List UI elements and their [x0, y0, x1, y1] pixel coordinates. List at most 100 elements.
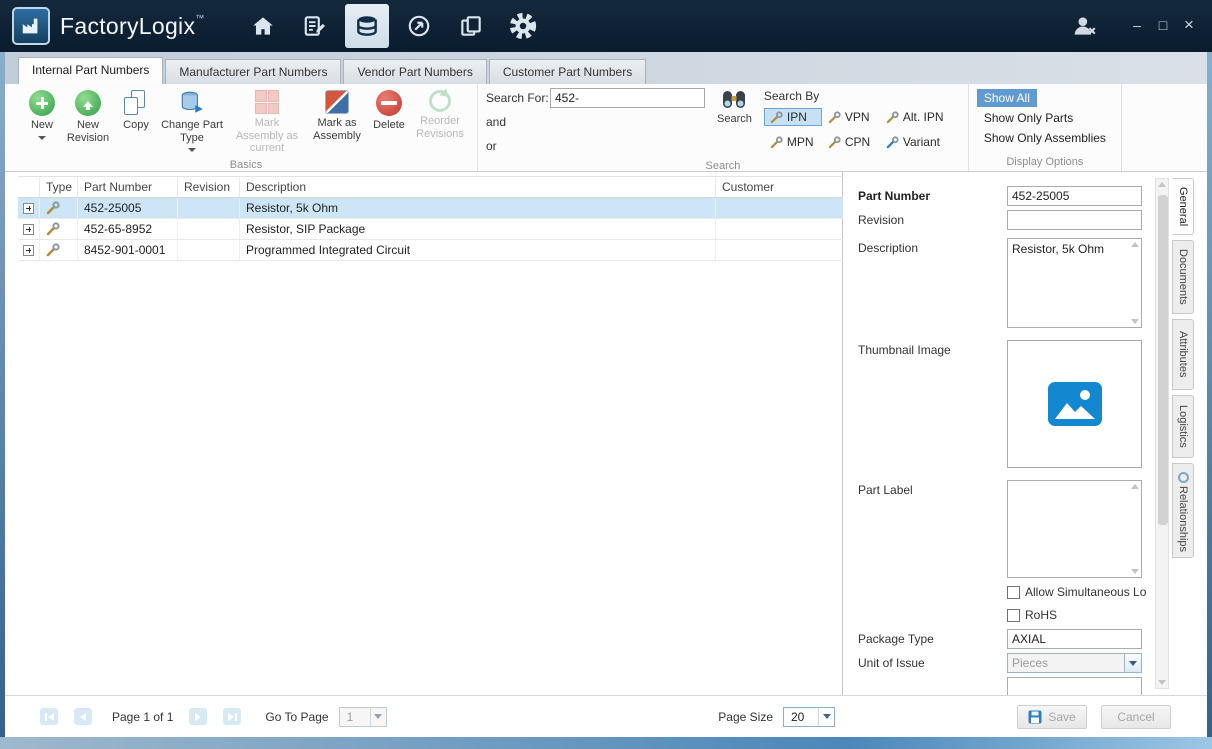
- description-cell: Resistor, 5k Ohm: [240, 198, 716, 218]
- customer-cell: [716, 240, 843, 260]
- first-page-button[interactable]: [40, 708, 58, 725]
- home-nav-icon[interactable]: [241, 4, 285, 48]
- show-only-assemblies-option[interactable]: Show Only Assemblies: [977, 129, 1113, 147]
- type-column-header[interactable]: Type: [40, 177, 78, 197]
- documents-nav-icon[interactable]: [449, 4, 493, 48]
- search-input[interactable]: [550, 88, 705, 108]
- description-column-header[interactable]: Description: [240, 177, 716, 197]
- ribbon-toolbar: New New Revision Copy Change Part Type: [5, 84, 1207, 172]
- tab-attributes[interactable]: Attributes: [1172, 319, 1194, 390]
- save-button[interactable]: Save: [1017, 705, 1087, 729]
- go-to-page-dropdown-icon[interactable]: [370, 708, 386, 726]
- table-row[interactable]: 8452-901-0001 Programmed Integrated Circ…: [18, 240, 843, 261]
- revision-cell: [178, 240, 240, 260]
- new-revision-button[interactable]: New Revision: [61, 87, 115, 147]
- search-by-label: Search By: [764, 89, 960, 103]
- main-navigation: [241, 4, 545, 48]
- new-button[interactable]: New: [23, 87, 61, 143]
- part-number-column-header[interactable]: Part Number: [78, 177, 178, 197]
- change-part-type-button[interactable]: Change Part Type: [157, 87, 227, 155]
- save-floppy-icon: [1028, 710, 1042, 724]
- show-only-parts-option[interactable]: Show Only Parts: [977, 109, 1080, 127]
- part-number-label: Part Number: [858, 186, 1007, 206]
- basics-group-label: Basics: [23, 158, 469, 173]
- minimize-button[interactable]: –: [1124, 15, 1150, 37]
- tab-customer-part-numbers[interactable]: Customer Part Numbers: [489, 59, 646, 84]
- details-scrollbar[interactable]: [1155, 178, 1169, 689]
- brand-text: FactoryLogix: [60, 13, 195, 39]
- titlebar-right: – □ ×: [1072, 14, 1212, 38]
- reorder-revisions-button[interactable]: Reorder Revisions: [411, 87, 469, 143]
- allow-simultaneous-checkbox[interactable]: [1007, 586, 1020, 599]
- revision-column-header[interactable]: Revision: [178, 177, 240, 197]
- description-textarea[interactable]: Resistor, 5k Ohm: [1007, 238, 1142, 328]
- search-criteria: Search For: and or: [486, 87, 705, 159]
- part-type-icon: [46, 243, 60, 257]
- change-part-type-icon: [179, 90, 205, 116]
- revision-input[interactable]: [1007, 210, 1142, 230]
- clipped-field-input[interactable]: [1007, 677, 1142, 695]
- expand-row-button[interactable]: [23, 245, 34, 256]
- search-by-vpn[interactable]: VPN: [822, 108, 880, 126]
- customer-cell: [716, 198, 843, 218]
- part-label-textarea[interactable]: [1007, 480, 1142, 578]
- part-details-pane: Part Number Revision Description Resisto…: [848, 172, 1207, 695]
- mark-as-assembly-button[interactable]: Mark as Assembly: [307, 87, 367, 145]
- package-type-input[interactable]: [1007, 629, 1142, 649]
- unit-of-issue-select[interactable]: Pieces: [1007, 653, 1142, 673]
- copy-button[interactable]: Copy: [115, 87, 157, 135]
- search-by-cpn[interactable]: CPN: [822, 133, 880, 151]
- tab-relationships[interactable]: Relationships: [1172, 463, 1194, 558]
- table-row[interactable]: 452-65-8952 Resistor, SIP Package: [18, 219, 843, 240]
- search-by-mpn[interactable]: MPN: [764, 133, 822, 151]
- new-revision-icon: [75, 90, 101, 116]
- tab-manufacturer-part-numbers[interactable]: Manufacturer Part Numbers: [165, 59, 341, 84]
- thumbnail-image-box[interactable]: [1007, 340, 1142, 468]
- part-label-scrollbar[interactable]: [1128, 481, 1141, 577]
- previous-page-button[interactable]: [74, 708, 92, 725]
- titlebar: FactoryLogix™: [0, 0, 1212, 52]
- search-by-alt-ipn[interactable]: Alt. IPN: [880, 108, 960, 126]
- unit-of-issue-dropdown-icon[interactable]: [1124, 654, 1141, 672]
- search-for-label: Search For:: [486, 91, 550, 105]
- rohs-checkbox[interactable]: [1007, 609, 1020, 622]
- logout-user-icon[interactable]: [1072, 14, 1098, 38]
- dispatch-nav-icon[interactable]: [397, 4, 441, 48]
- search-by-ipn[interactable]: IPN: [764, 108, 822, 126]
- settings-gear-nav-icon[interactable]: [501, 4, 545, 48]
- scroll-down-icon[interactable]: [1158, 680, 1166, 685]
- tab-general[interactable]: General: [1172, 178, 1194, 235]
- go-to-page-combo[interactable]: 1: [339, 707, 387, 727]
- cancel-button[interactable]: Cancel: [1101, 705, 1171, 729]
- next-page-button[interactable]: [189, 708, 207, 725]
- search-button[interactable]: Search: [717, 89, 752, 125]
- rohs-row: RoHS: [1007, 606, 1154, 624]
- page-size-dropdown-icon[interactable]: [818, 708, 834, 726]
- description-scrollbar[interactable]: [1128, 239, 1141, 327]
- expand-row-button[interactable]: [23, 224, 34, 235]
- last-page-button[interactable]: [223, 708, 241, 725]
- trademark: ™: [195, 13, 204, 23]
- table-row[interactable]: 452-25005 Resistor, 5k Ohm: [18, 198, 843, 219]
- parts-library-nav-icon[interactable]: [345, 4, 389, 48]
- scrollbar-thumb[interactable]: [1158, 195, 1168, 525]
- show-all-option[interactable]: Show All: [977, 89, 1037, 107]
- page-size-combo[interactable]: 20: [783, 707, 835, 727]
- delete-button[interactable]: Delete: [367, 87, 411, 135]
- close-button[interactable]: ×: [1176, 15, 1202, 37]
- search-by-variant[interactable]: Variant: [880, 133, 960, 151]
- parts-table: Type Part Number Revision Description Cu…: [18, 176, 843, 261]
- display-options-group-label: Display Options: [977, 155, 1113, 170]
- tab-vendor-part-numbers[interactable]: Vendor Part Numbers: [343, 59, 486, 84]
- tab-internal-part-numbers[interactable]: Internal Part Numbers: [18, 57, 163, 84]
- tab-documents[interactable]: Documents: [1172, 240, 1194, 314]
- maximize-button[interactable]: □: [1150, 15, 1176, 37]
- tab-logistics[interactable]: Logistics: [1172, 395, 1194, 458]
- window-bottom-edge: [0, 737, 1212, 749]
- production-list-nav-icon[interactable]: [293, 4, 337, 48]
- customer-column-header[interactable]: Customer: [716, 177, 843, 197]
- mark-assembly-current-button[interactable]: Mark Assembly as current: [227, 87, 307, 158]
- part-number-input[interactable]: [1007, 186, 1142, 206]
- scroll-up-icon[interactable]: [1158, 182, 1166, 187]
- expand-row-button[interactable]: [23, 203, 34, 214]
